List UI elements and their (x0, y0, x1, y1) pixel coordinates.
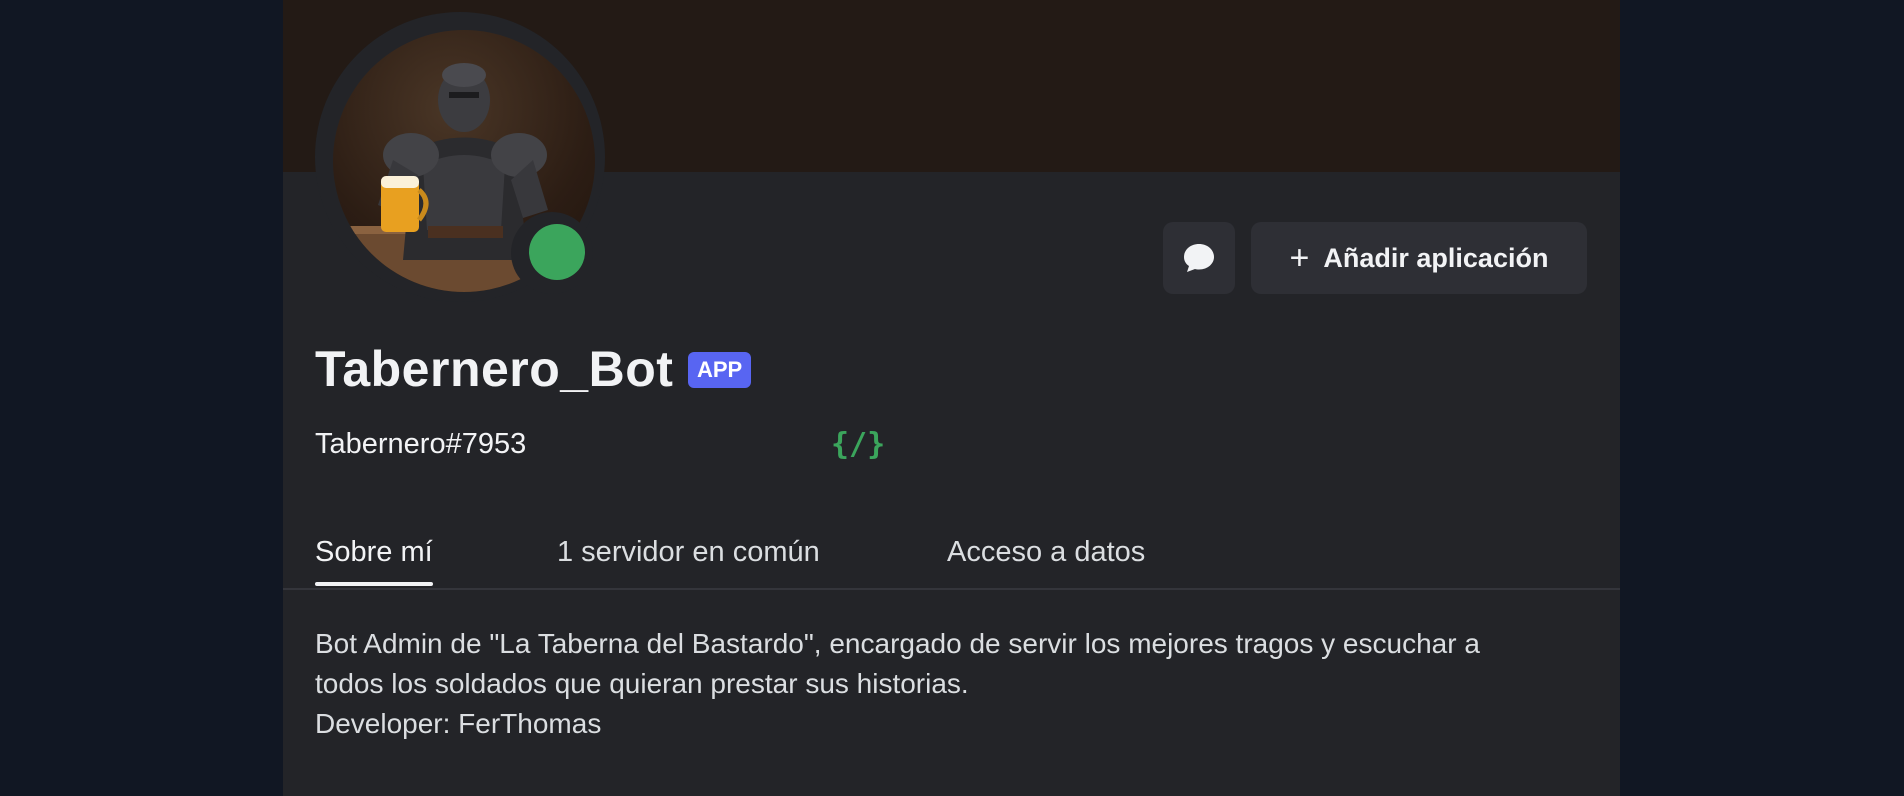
tab-servidores-en-comun[interactable]: 1 servidor en común (557, 536, 820, 569)
active-tab-indicator (315, 582, 433, 586)
speech-bubble-icon (1184, 244, 1214, 272)
add-app-label: Añadir aplicación (1323, 242, 1549, 273)
send-message-button[interactable] (1163, 222, 1235, 294)
tab-acceso-a-datos[interactable]: Acceso a datos (947, 536, 1145, 569)
slash-commands-icon[interactable]: {/} (831, 427, 885, 462)
bio-developer-line: Developer: FerThomas (315, 708, 602, 739)
app-badge: APP (688, 352, 752, 388)
online-status-icon (529, 224, 585, 280)
add-app-button[interactable]: + Añadir aplicación (1251, 222, 1587, 294)
profile-card: + Añadir aplicación Tabernero_Bot APP Ta… (283, 0, 1620, 796)
bio-text: Bot Admin de "La Taberna del Bastardo", … (315, 624, 1595, 744)
plus-icon: + (1289, 239, 1310, 277)
username[interactable]: Tabernero#7953 (315, 428, 526, 461)
bio-line: Bot Admin de "La Taberna del Bastardo", … (315, 628, 1480, 659)
display-name: Tabernero_Bot (315, 341, 674, 397)
bio-line: todos los soldados que quieran prestar s… (315, 668, 969, 699)
profile-tabs: Sobre mí 1 servidor en común Acceso a da… (283, 528, 1620, 590)
tab-sobre-mi[interactable]: Sobre mí (315, 536, 433, 569)
